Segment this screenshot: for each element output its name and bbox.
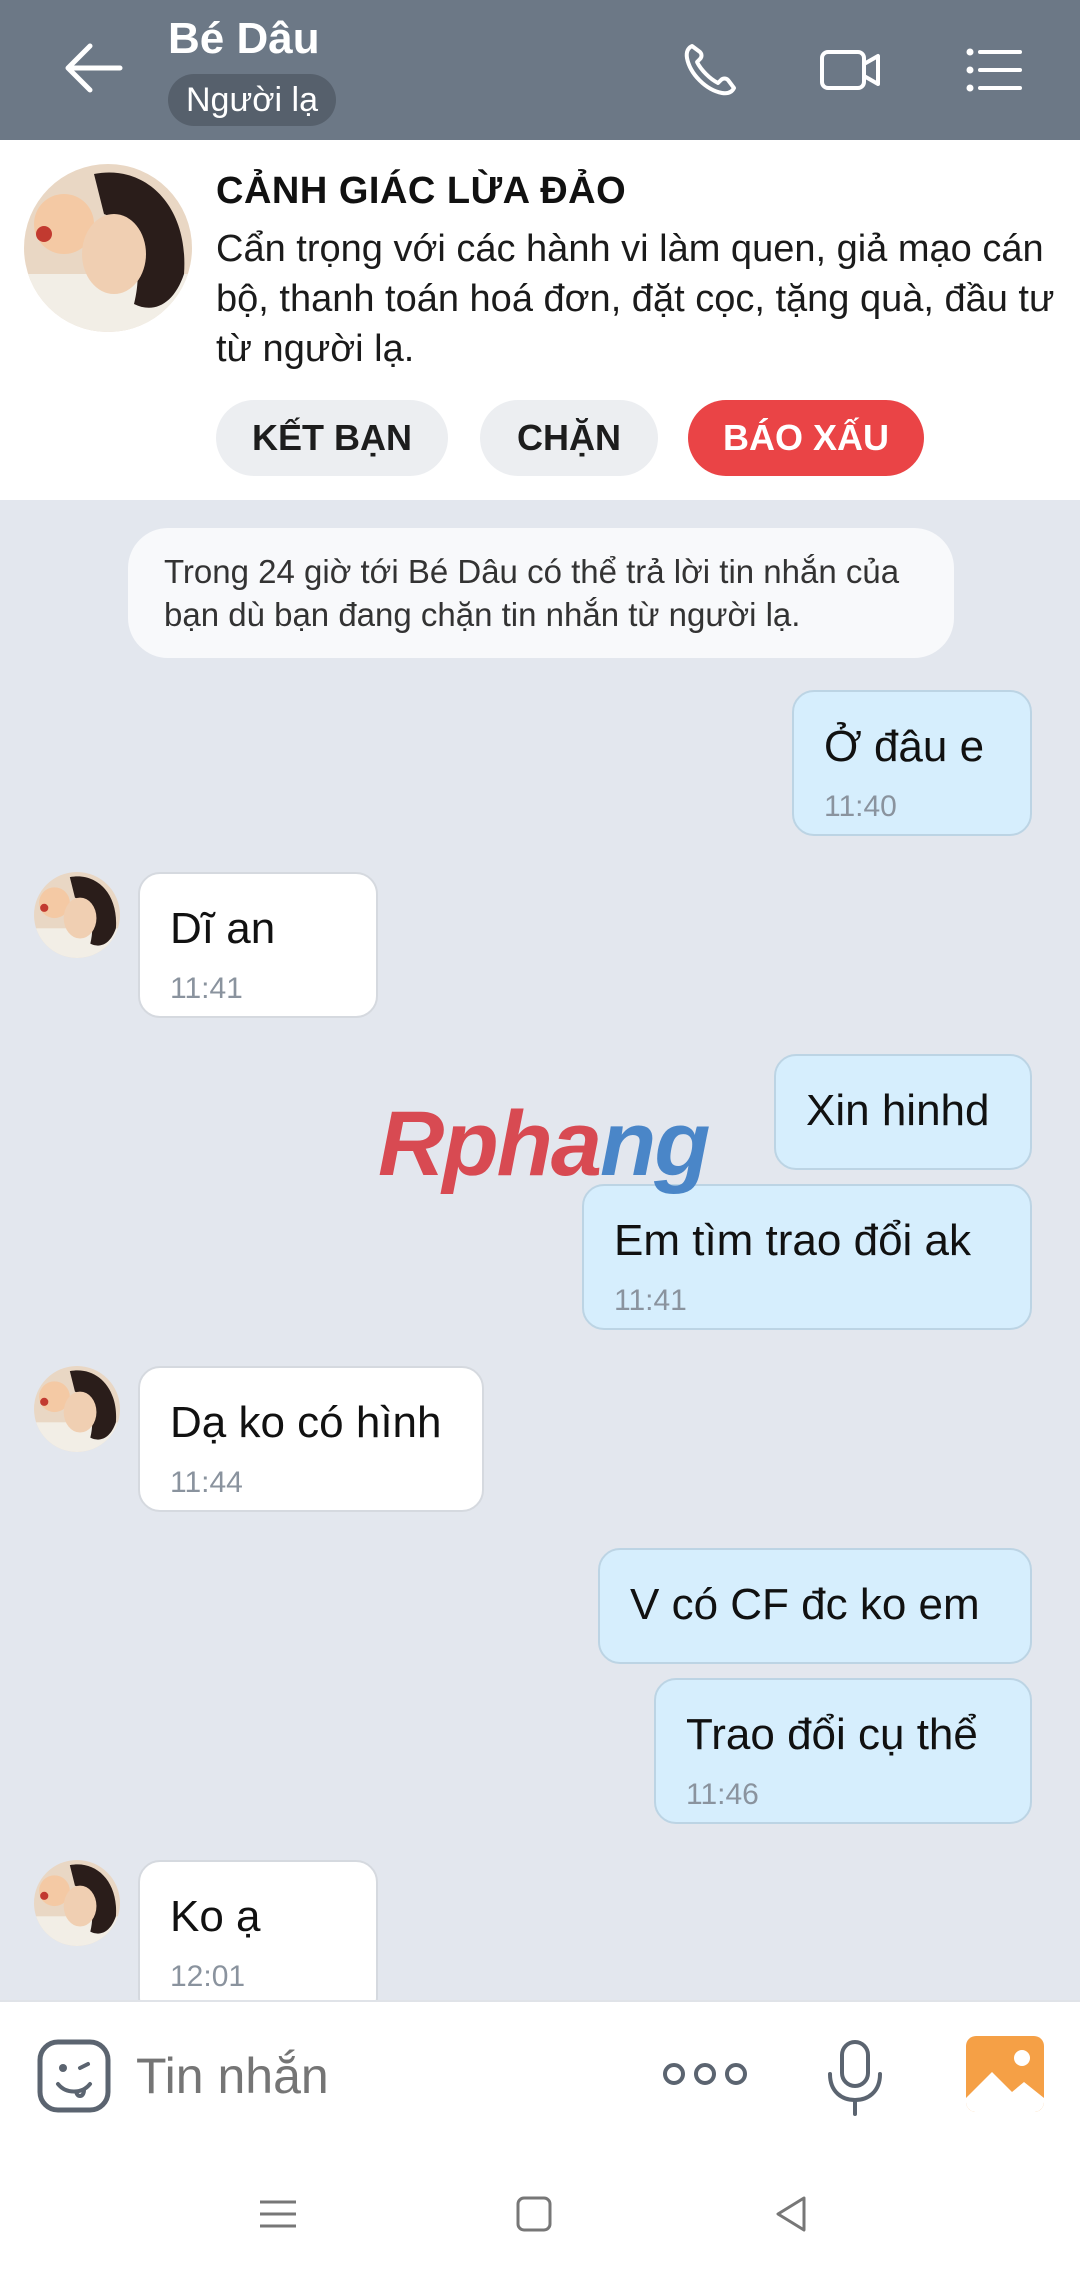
add-friend-button[interactable]: KẾT BẠN xyxy=(216,400,448,476)
stranger-badge: Người lạ xyxy=(168,74,336,126)
mic-icon xyxy=(828,2040,882,2116)
message-bubble-outgoing[interactable]: V có CF đc ko em xyxy=(598,1548,1032,1664)
more-dots-icon xyxy=(663,2063,747,2085)
message-time: 11:44 xyxy=(170,1466,243,1499)
sticker-button[interactable] xyxy=(36,2038,112,2114)
message-bubble-incoming[interactable]: Dạ ko có hình 11:44 xyxy=(138,1366,484,1512)
send-image-button[interactable] xyxy=(966,2036,1044,2112)
message-time: 11:41 xyxy=(614,1284,687,1317)
more-options-button[interactable] xyxy=(660,2052,750,2096)
message-text: Trao đổi cụ thể xyxy=(686,1710,978,1759)
sticker-icon xyxy=(37,2039,111,2113)
message-bubble-outgoing[interactable]: Trao đổi cụ thể 11:46 xyxy=(654,1678,1032,1824)
contact-name[interactable]: Bé Dâu xyxy=(168,14,320,64)
contact-avatar-small[interactable] xyxy=(34,1366,120,1452)
stranger-notice: Trong 24 giờ tới Bé Dâu có thể trả lời t… xyxy=(128,528,954,658)
message-bubble-outgoing[interactable]: Ở đâu e 11:40 xyxy=(792,690,1032,836)
phone-icon xyxy=(684,44,736,96)
message-time: 11:46 xyxy=(686,1778,759,1811)
scam-warning-panel: CẢNH GIÁC LỪA ĐẢO Cẩn trọng với các hành… xyxy=(0,140,1080,500)
warning-title: CẢNH GIÁC LỪA ĐẢO xyxy=(216,170,627,212)
message-time: 12:01 xyxy=(170,1960,246,1993)
message-text: Ở đâu e xyxy=(824,722,985,771)
message-text: V có CF đc ko em xyxy=(630,1580,980,1629)
nav-home-icon xyxy=(516,2196,552,2232)
system-nav-bar xyxy=(0,2146,1080,2276)
menu-icon xyxy=(966,48,1022,92)
home-button[interactable] xyxy=(510,2190,558,2238)
system-back-button[interactable] xyxy=(768,2190,816,2238)
message-time: 11:41 xyxy=(170,972,243,1005)
nav-back-icon xyxy=(776,2196,806,2232)
warning-text: Cẩn trọng với các hành vi làm quen, giả … xyxy=(216,228,1055,370)
contact-avatar-small[interactable] xyxy=(34,1860,120,1946)
message-text: Dạ ko có hình xyxy=(170,1398,442,1447)
message-text: Ko ạ xyxy=(170,1892,261,1941)
chat-header: Bé Dâu Người lạ xyxy=(0,0,1080,140)
recent-apps-button[interactable] xyxy=(254,2190,302,2238)
message-time: 11:40 xyxy=(824,790,897,823)
message-input-bar xyxy=(0,2000,1080,2146)
menu-button[interactable] xyxy=(962,38,1026,102)
report-button[interactable]: BÁO XẤU xyxy=(688,400,924,476)
contact-avatar-small[interactable] xyxy=(34,872,120,958)
message-bubble-incoming[interactable]: Ko ạ 12:01 xyxy=(138,1860,378,2020)
message-text: Dĩ an xyxy=(170,904,276,953)
message-bubble-outgoing[interactable]: Em tìm trao đổi ak 11:41 xyxy=(582,1184,1032,1330)
voice-button[interactable] xyxy=(820,2038,890,2118)
message-input[interactable] xyxy=(136,2038,616,2114)
message-text: Em tìm trao đổi ak xyxy=(614,1216,972,1265)
message-bubble-outgoing[interactable]: Xin hinhd xyxy=(774,1054,1032,1170)
image-icon xyxy=(966,2036,1044,2112)
nav-menu-icon xyxy=(260,2200,296,2228)
watermark-logo: Rphang xyxy=(378,1093,710,1195)
back-button[interactable] xyxy=(60,38,130,98)
call-button[interactable] xyxy=(678,38,742,102)
video-icon xyxy=(820,50,880,90)
contact-avatar[interactable] xyxy=(24,164,192,332)
block-button[interactable]: CHẶN xyxy=(480,400,658,476)
video-call-button[interactable] xyxy=(818,38,882,102)
message-bubble-incoming[interactable]: Dĩ an 11:41 xyxy=(138,872,378,1018)
back-arrow-icon xyxy=(65,43,123,93)
message-text: Xin hinhd xyxy=(806,1086,990,1135)
